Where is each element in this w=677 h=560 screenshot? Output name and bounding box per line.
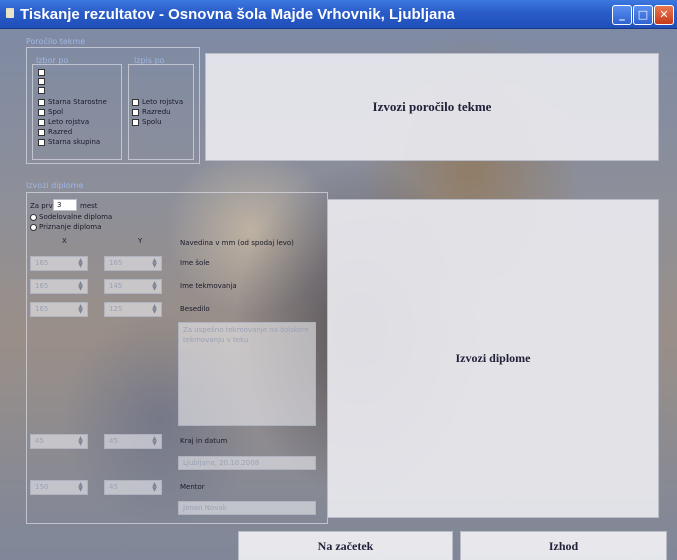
competition-name-label: Ime tekmovanja <box>180 282 237 290</box>
checkbox[interactable] <box>38 118 45 126</box>
back-to-start-button[interactable]: Na začetek <box>238 531 453 560</box>
filter-item[interactable]: Leto rojstva <box>38 118 89 126</box>
diploma-text-area[interactable]: Za uspešno tekmovanje na šolskem tekmova… <box>178 322 316 426</box>
competition-name-x-stepper[interactable]: 165 ▲ ▼ <box>30 279 88 294</box>
place-date-x-stepper[interactable]: 45 ▲ ▼ <box>30 434 88 449</box>
radio-participation[interactable]: Sodelovalne diploma <box>30 213 112 221</box>
sort-item-label: Razredu <box>142 108 171 116</box>
for-first-stepper[interactable]: 3 <box>53 199 77 211</box>
checkbox[interactable] <box>38 128 45 136</box>
mentor-x-stepper[interactable]: 150 ▲ ▼ <box>30 480 88 495</box>
export-report-button[interactable]: Izvozi poročilo tekme <box>205 53 659 161</box>
competition-name-y-stepper[interactable]: 145 ▲ ▼ <box>104 279 162 294</box>
stepper-value: 165 <box>35 305 49 313</box>
spin-arrows-icon[interactable]: ▲ ▼ <box>150 436 159 447</box>
filter-item-label: Spol <box>48 108 64 116</box>
maximize-button[interactable]: □ <box>633 5 653 25</box>
spin-arrows-icon[interactable]: ▲ ▼ <box>76 304 85 315</box>
stepper-value: 45 <box>109 483 118 491</box>
column-x-label: X <box>62 237 67 245</box>
checkbox[interactable] <box>132 108 139 116</box>
sort-item[interactable]: Razredu <box>132 108 171 116</box>
filter-item[interactable]: Razred <box>38 128 72 136</box>
stepper-value: 165 <box>109 259 123 267</box>
checkbox[interactable] <box>38 98 45 106</box>
stepper-value: 145 <box>109 282 123 290</box>
text-label: Besedilo <box>180 305 210 313</box>
stepper-value: 125 <box>109 305 123 313</box>
radio-label: Sodelovalne diploma <box>39 213 113 221</box>
spin-arrows-icon[interactable]: ▲ ▼ <box>76 281 85 292</box>
filter-item[interactable]: Spol <box>38 108 63 116</box>
mentor-input[interactable]: Jonan Novak <box>178 501 316 515</box>
mentor-y-stepper[interactable]: 45 ▲ ▼ <box>104 480 162 495</box>
spin-arrows-icon[interactable]: ▲ ▼ <box>150 304 159 315</box>
window-title: Tiskanje rezultatov - Osnovna šola Majde… <box>20 6 455 23</box>
filter-item[interactable] <box>38 77 48 85</box>
checkbox[interactable] <box>38 77 45 85</box>
stepper-value: 165 <box>35 282 49 290</box>
school-name-y-stepper[interactable]: 165 ▲ ▼ <box>104 256 162 271</box>
filter-item[interactable] <box>38 86 48 94</box>
spin-arrows-icon[interactable]: ▲ ▼ <box>76 258 85 269</box>
title-bar: Tiskanje rezultatov - Osnovna šola Majde… <box>0 0 677 29</box>
checkbox[interactable] <box>38 108 45 116</box>
radio-button[interactable] <box>30 213 37 221</box>
stepper-value: 45 <box>109 437 118 445</box>
sort-item-label: Spolu <box>142 118 162 126</box>
minimize-button[interactable]: _ <box>612 5 632 25</box>
spin-arrows-icon[interactable]: ▲ ▼ <box>76 482 85 493</box>
sort-item[interactable]: Leto rojstva <box>132 98 183 106</box>
text-x-stepper[interactable]: 165 ▲ ▼ <box>30 302 88 317</box>
export-diplomas-button[interactable]: Izvozi diplome <box>327 199 659 518</box>
filter-item-label: Razred <box>48 128 73 136</box>
filter-item-label: Starna skupina <box>48 138 101 146</box>
sort-item[interactable]: Spolu <box>132 118 162 126</box>
mentor-label: Mentor <box>180 483 205 491</box>
school-name-x-stepper[interactable]: 165 ▲ ▼ <box>30 256 88 271</box>
radio-button[interactable] <box>30 223 37 231</box>
stepper-value: 165 <box>35 259 49 267</box>
app-icon <box>6 8 14 18</box>
application-window: Tiskanje rezultatov - Osnovna šola Majde… <box>0 0 677 560</box>
checkbox[interactable] <box>132 98 139 106</box>
column-y-label: Y <box>138 237 143 245</box>
stepper-value: 150 <box>35 483 49 491</box>
places-label: mest <box>80 202 98 210</box>
spin-arrows-icon[interactable]: ▲ ▼ <box>150 258 159 269</box>
school-name-label: Ime šole <box>180 259 210 267</box>
spin-arrows-icon[interactable]: ▲ ▼ <box>150 281 159 292</box>
filter-item[interactable]: Starna skupina <box>38 138 100 146</box>
place-date-label: Kraj in datum <box>180 437 228 445</box>
stepper-value: 45 <box>35 437 44 445</box>
radio-label: Priznanje diploma <box>39 223 102 231</box>
coordinates-hint: Navedina v mm (od spodaj levo) <box>180 239 294 247</box>
filter-item[interactable] <box>38 68 48 76</box>
diploma-group-title: Izvozi diplome <box>26 181 84 190</box>
report-group-title: Poročilo tekme <box>26 37 86 46</box>
exit-button[interactable]: Izhod <box>460 531 667 560</box>
for-first-value: 3 <box>57 201 62 209</box>
spin-arrows-icon[interactable]: ▲ ▼ <box>76 436 85 447</box>
place-date-y-stepper[interactable]: 45 ▲ ▼ <box>104 434 162 449</box>
filter-item[interactable]: Starna Starostne <box>38 98 107 106</box>
filter-item-label: Starna Starostne <box>48 98 107 106</box>
text-y-stepper[interactable]: 125 ▲ ▼ <box>104 302 162 317</box>
sort-item-label: Leto rojstva <box>142 98 184 106</box>
place-date-input[interactable]: Ljubljana, 20.10.2008 <box>178 456 316 470</box>
spin-arrows-icon[interactable]: ▲ ▼ <box>150 482 159 493</box>
filter-item-label: Leto rojstva <box>48 118 90 126</box>
checkbox[interactable] <box>38 86 45 94</box>
checkbox[interactable] <box>38 138 45 146</box>
radio-awards[interactable]: Priznanje diploma <box>30 223 101 231</box>
checkbox[interactable] <box>38 68 45 76</box>
close-button[interactable]: ✕ <box>654 5 674 25</box>
checkbox[interactable] <box>132 118 139 126</box>
